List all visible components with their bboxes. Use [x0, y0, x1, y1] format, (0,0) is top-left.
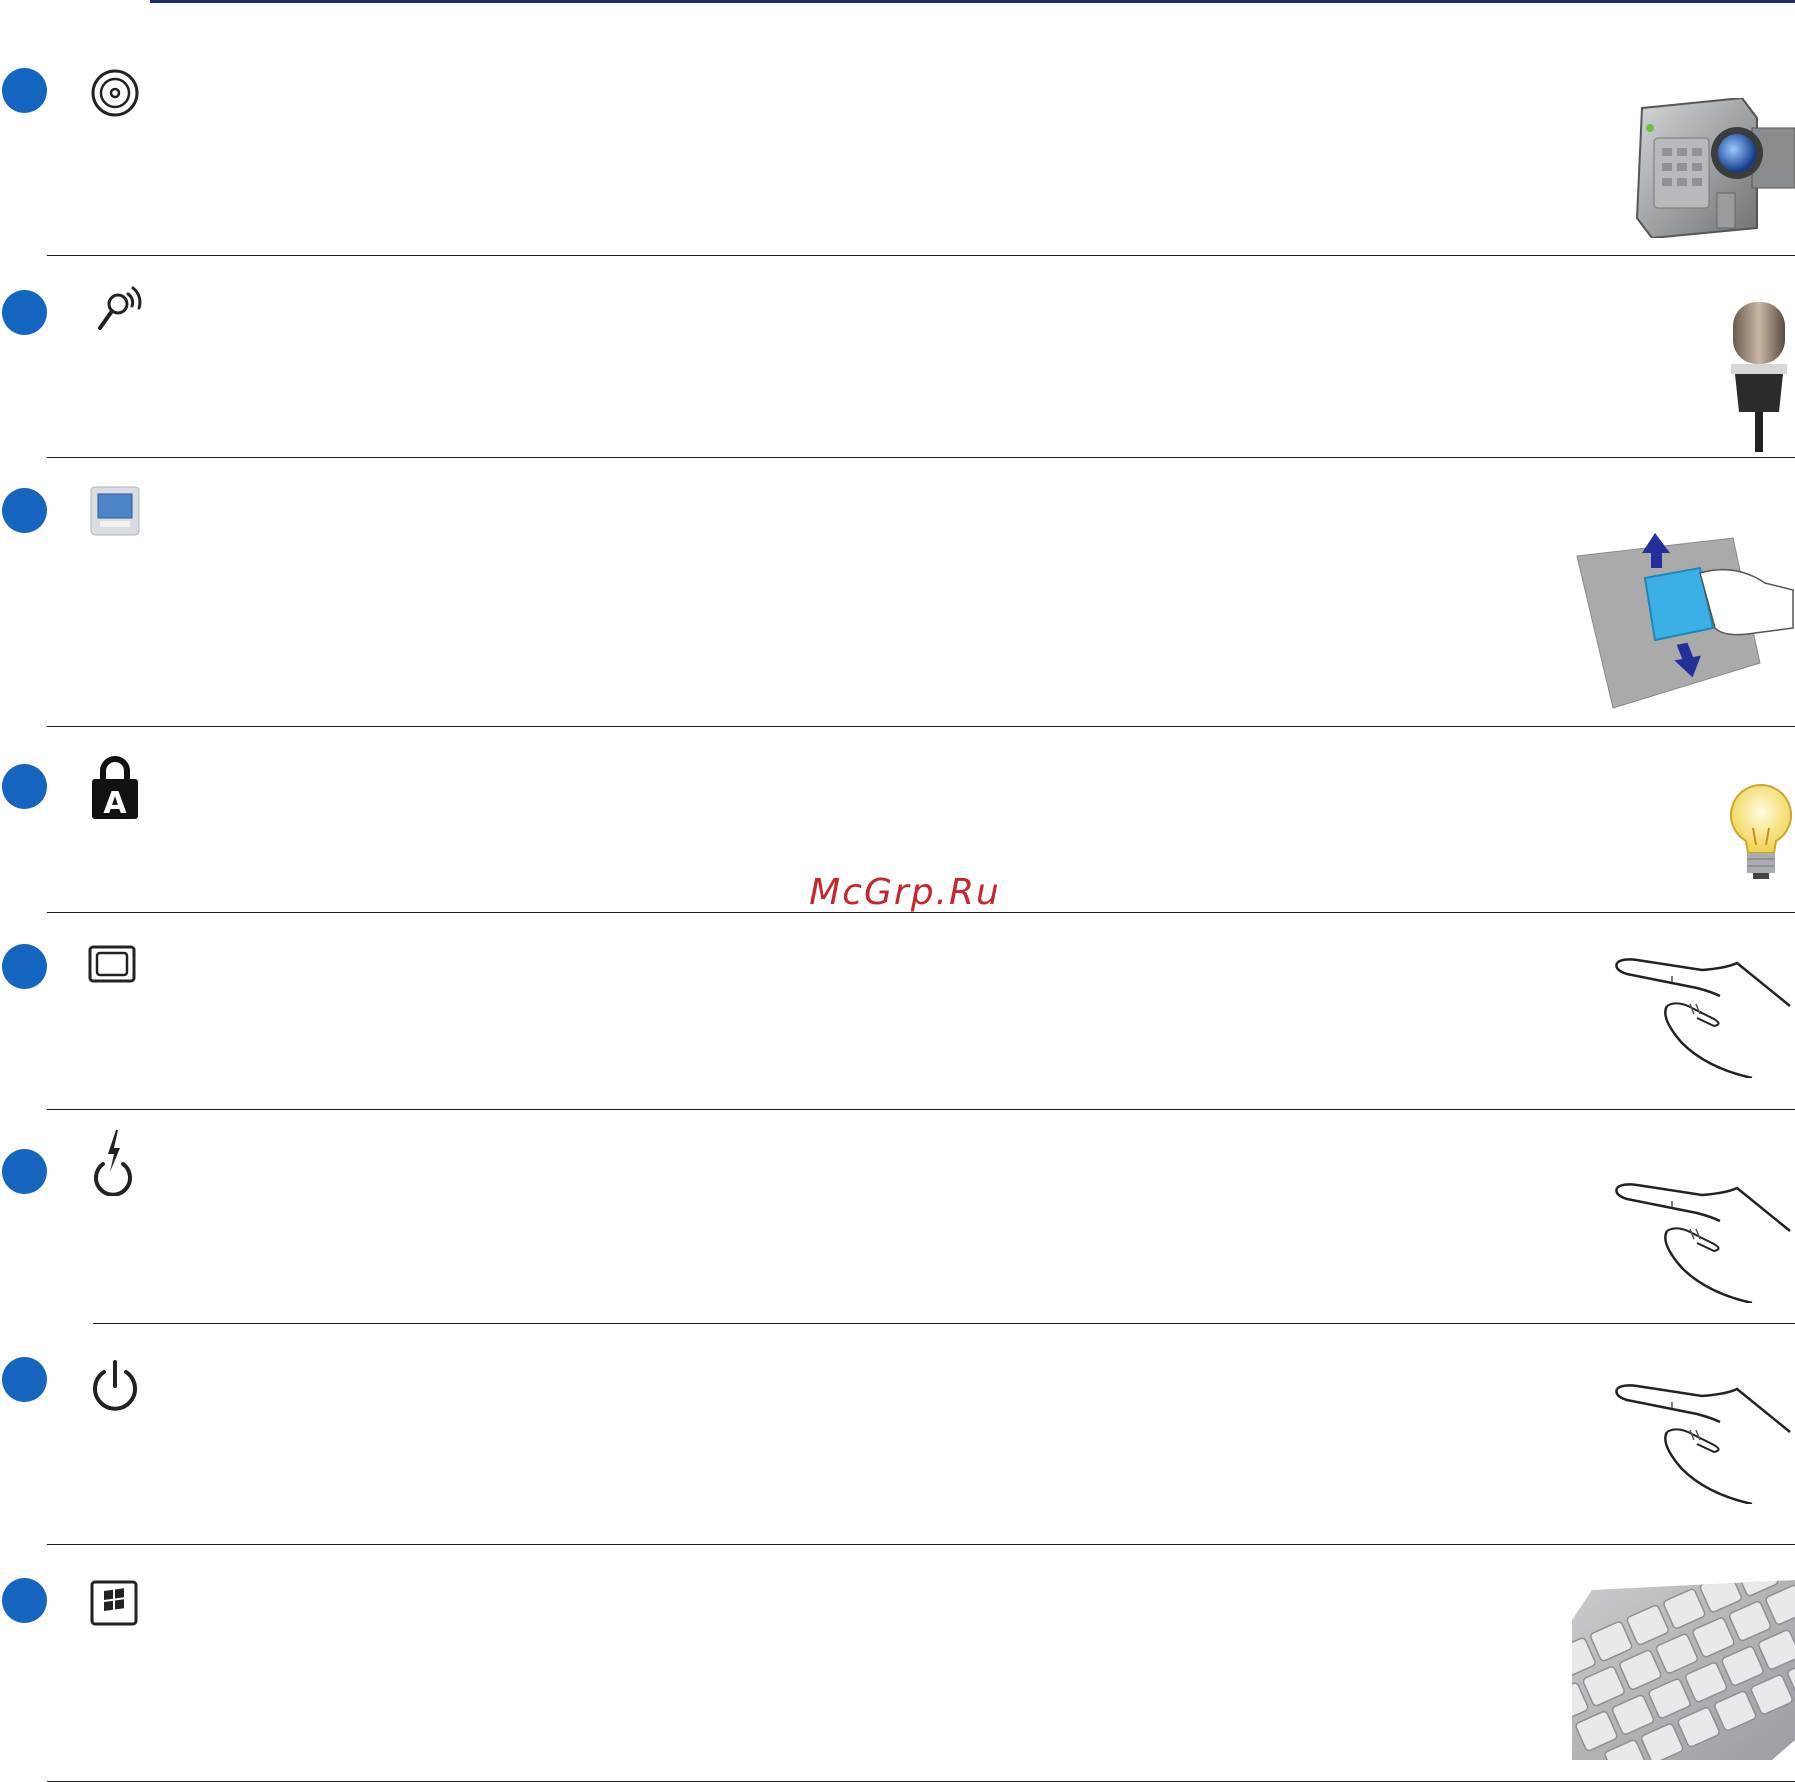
section-divider — [47, 1544, 1795, 1545]
section-divider — [47, 255, 1795, 256]
finger-press-illustration — [1612, 958, 1795, 1078]
power4gear-icon — [90, 1128, 136, 1196]
item-bullet-7 — [2, 1357, 47, 1402]
item-bullet-6 — [2, 1149, 47, 1194]
screen-off-icon — [88, 945, 136, 983]
microphone-icon — [94, 284, 146, 334]
finger-press-illustration — [1612, 1183, 1795, 1303]
windows-key-icon — [90, 1580, 138, 1626]
section-divider — [47, 726, 1795, 727]
power-icon — [90, 1360, 140, 1412]
capital-lock-icon: A — [90, 755, 140, 821]
screen-cleaning-illustration — [1575, 528, 1795, 713]
item-bullet-1 — [2, 68, 47, 113]
section-divider — [47, 1109, 1795, 1110]
section-divider — [47, 912, 1795, 913]
item-bullet-2 — [2, 290, 47, 335]
top-rule — [150, 0, 1795, 3]
optical-disc-icon — [90, 68, 140, 118]
item-bullet-3 — [2, 488, 47, 533]
watermark: McGrp.Ru — [809, 872, 1001, 913]
section-divider — [93, 1323, 1795, 1324]
item-bullet-5 — [2, 944, 47, 989]
light-bulb-illustration — [1728, 783, 1794, 883]
camcorder-illustration — [1632, 98, 1795, 238]
finger-press-illustration — [1612, 1384, 1795, 1504]
svg-text:A: A — [103, 786, 127, 821]
keyboard-closeup-illustration — [1572, 1580, 1795, 1760]
item-bullet-4 — [2, 764, 47, 809]
studio-microphone-illustration — [1725, 302, 1795, 452]
display-icon — [90, 486, 140, 536]
item-bullet-8 — [2, 1578, 47, 1623]
section-divider — [47, 457, 1795, 458]
